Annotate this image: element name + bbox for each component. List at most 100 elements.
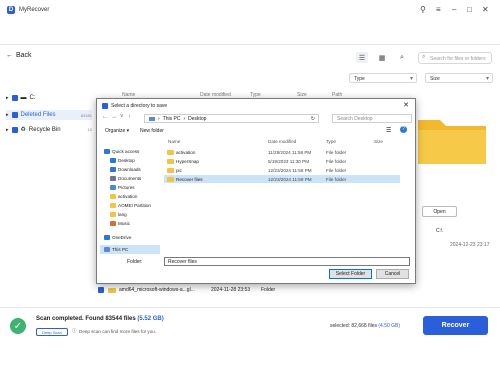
view-options-icon[interactable]: ☰ <box>386 127 391 134</box>
list-item[interactable]: activation 11/28/2024 11:58 PM File folder <box>164 148 400 156</box>
filter-icon[interactable]: ⌕ <box>396 52 408 63</box>
grid-view-icon[interactable]: ▦ <box>376 52 388 63</box>
dialog-close-icon[interactable]: ✕ <box>403 101 409 109</box>
new-folder-button[interactable]: New folder <box>140 128 164 134</box>
selected-size: (4.50 GB) <box>378 323 401 329</box>
navigation-pane: Quick access Desktop Downloads Documents Pic… <box>100 139 160 254</box>
close-icon[interactable]: ✕ <box>482 5 489 14</box>
sidebar-item-drive[interactable]: ▸ ▬ C: <box>6 95 92 101</box>
organize-button[interactable]: Organize ▾ <box>105 128 129 134</box>
dialog-search-input[interactable]: Search Desktop <box>332 114 412 123</box>
check-circle-icon: ✓ <box>10 318 26 334</box>
breadcrumb-this-pc[interactable]: This PC <box>163 116 181 122</box>
deep-scan-hint: Deep scan can find more files for you. <box>79 329 157 334</box>
nav-item[interactable]: Documents <box>100 174 160 183</box>
folder-input[interactable]: Recover files <box>164 257 410 266</box>
list-header-type[interactable]: Type <box>326 139 336 144</box>
nav-item-label: Downloads <box>118 167 141 172</box>
nav-item[interactable]: Quick access <box>100 147 160 156</box>
nav-item-label: OneDrive <box>112 235 132 240</box>
preview-date: 2024-12-23 23:17 <box>450 242 490 248</box>
info-icon: ⓘ <box>72 328 77 333</box>
folder-label: Folder: <box>127 259 143 265</box>
nav-item-icon <box>110 185 116 190</box>
breadcrumb-sep: › <box>183 115 186 122</box>
row-name: pic <box>176 167 182 173</box>
nav-item[interactable]: OneDrive <box>100 233 160 242</box>
list-view-icon[interactable]: ☰ <box>356 52 368 63</box>
list-item[interactable]: pic 12/23/2024 11:58 PM File folder <box>164 166 400 174</box>
breadcrumb-desktop[interactable]: Desktop <box>188 116 206 122</box>
scan-status: Scan completed. Found 83544 files (5.52 … <box>36 316 164 322</box>
checkbox[interactable] <box>11 126 18 133</box>
folder-icon <box>167 158 174 164</box>
row-type: File folder <box>326 167 347 173</box>
sidebar-item-recycle[interactable]: ▸ ♻ Recycle Bin 10 <box>6 126 92 133</box>
cancel-button[interactable]: Cancel <box>376 269 409 279</box>
list-header-size[interactable]: Size <box>374 139 383 144</box>
refresh-icon[interactable]: ↻ <box>311 116 315 122</box>
select-folder-button[interactable]: Select Folder <box>329 269 372 279</box>
nav-up-icon[interactable]: ↑ <box>128 114 131 120</box>
help-icon[interactable]: ? <box>400 126 407 133</box>
nav-forward-icon[interactable]: → <box>111 114 117 120</box>
minimize-icon[interactable]: – <box>452 5 456 14</box>
list-item[interactable]: HyperSnap 5/19/2023 11:30 PM File folder <box>164 157 400 165</box>
address-bar[interactable]: › This PC › Desktop ↻ <box>144 114 319 123</box>
recover-button[interactable]: Recover <box>423 316 488 335</box>
list-header-date[interactable]: Date modified <box>268 139 296 144</box>
dialog-app-icon <box>102 102 108 109</box>
nav-down-icon[interactable]: ˅ <box>120 114 124 120</box>
search-input[interactable]: Search for files or folders <box>418 52 492 64</box>
nav-item-label: Music <box>118 221 130 226</box>
pc-icon <box>149 116 155 121</box>
nav-item[interactable]: Music <box>100 219 160 228</box>
nav-back-icon[interactable]: ← <box>102 114 108 120</box>
file-list: Name Date modified Type Size activation 1… <box>164 139 414 254</box>
nav-item-icon <box>110 167 116 172</box>
nav-item[interactable]: AOMEI Partition <box>100 201 160 210</box>
list-item[interactable]: Recover files 12/23/2024 11:59 PM File fol… <box>164 175 400 183</box>
nav-item-label: Pictures <box>118 185 135 190</box>
expand-icon[interactable]: ▸ <box>6 127 9 133</box>
dialog-title-bar: Select a directory to save ✕ <box>97 99 415 112</box>
nav-item-label: lang <box>118 212 127 217</box>
item-count: 83181 <box>80 112 92 118</box>
organize-label: Organize <box>105 128 126 134</box>
sidebar-item-deleted[interactable]: ▸ Deleted Files 83181 <box>6 110 92 120</box>
headset-icon[interactable]: ⚲ <box>420 5 426 14</box>
nav-item[interactable]: Downloads <box>100 165 160 174</box>
checkbox[interactable] <box>11 95 18 101</box>
size-filter[interactable]: Size <box>425 73 493 83</box>
back-button[interactable]: ← Back <box>6 52 32 59</box>
toolbar-divider <box>0 44 500 45</box>
nav-item[interactable]: Desktop <box>100 156 160 165</box>
row-name: amd64_microsoft-windows-a...gl... <box>119 287 195 293</box>
breadcrumb-sep: › <box>158 115 160 122</box>
row-name: activation <box>176 149 196 155</box>
expand-icon[interactable]: ▸ <box>6 112 9 118</box>
nav-item[interactable]: This PC <box>100 245 160 254</box>
nav-item[interactable]: activation <box>100 192 160 201</box>
expand-icon[interactable]: ▸ <box>6 95 9 101</box>
nav-item[interactable]: lang <box>100 210 160 219</box>
command-bar: Organize ▾ New folder ☰ ? <box>97 126 415 136</box>
maximize-icon[interactable]: □ <box>467 5 472 14</box>
folder-preview-icon <box>418 120 486 164</box>
open-button[interactable]: Open <box>422 206 457 217</box>
menu-icon[interactable]: ≡ <box>436 5 441 14</box>
list-header-name[interactable]: Name <box>168 139 180 144</box>
type-filter[interactable]: Type <box>349 73 417 83</box>
folder-icon <box>167 167 174 173</box>
app-title: MyRecover <box>19 7 50 13</box>
nav-item-icon <box>110 212 116 217</box>
deep-scan-button[interactable]: Deep Scan <box>36 328 68 336</box>
nav-item[interactable]: Pictures <box>100 183 160 192</box>
checkbox[interactable] <box>98 287 104 293</box>
nav-item-label: AOMEI Partition <box>118 203 151 208</box>
table-row[interactable]: amd64_microsoft-windows-a...gl... 2024-1… <box>98 287 275 293</box>
nav-item-label: Quick access <box>112 149 140 154</box>
row-type: File folder <box>326 158 347 164</box>
checkbox[interactable] <box>11 112 18 118</box>
nav-item-icon <box>110 203 116 208</box>
